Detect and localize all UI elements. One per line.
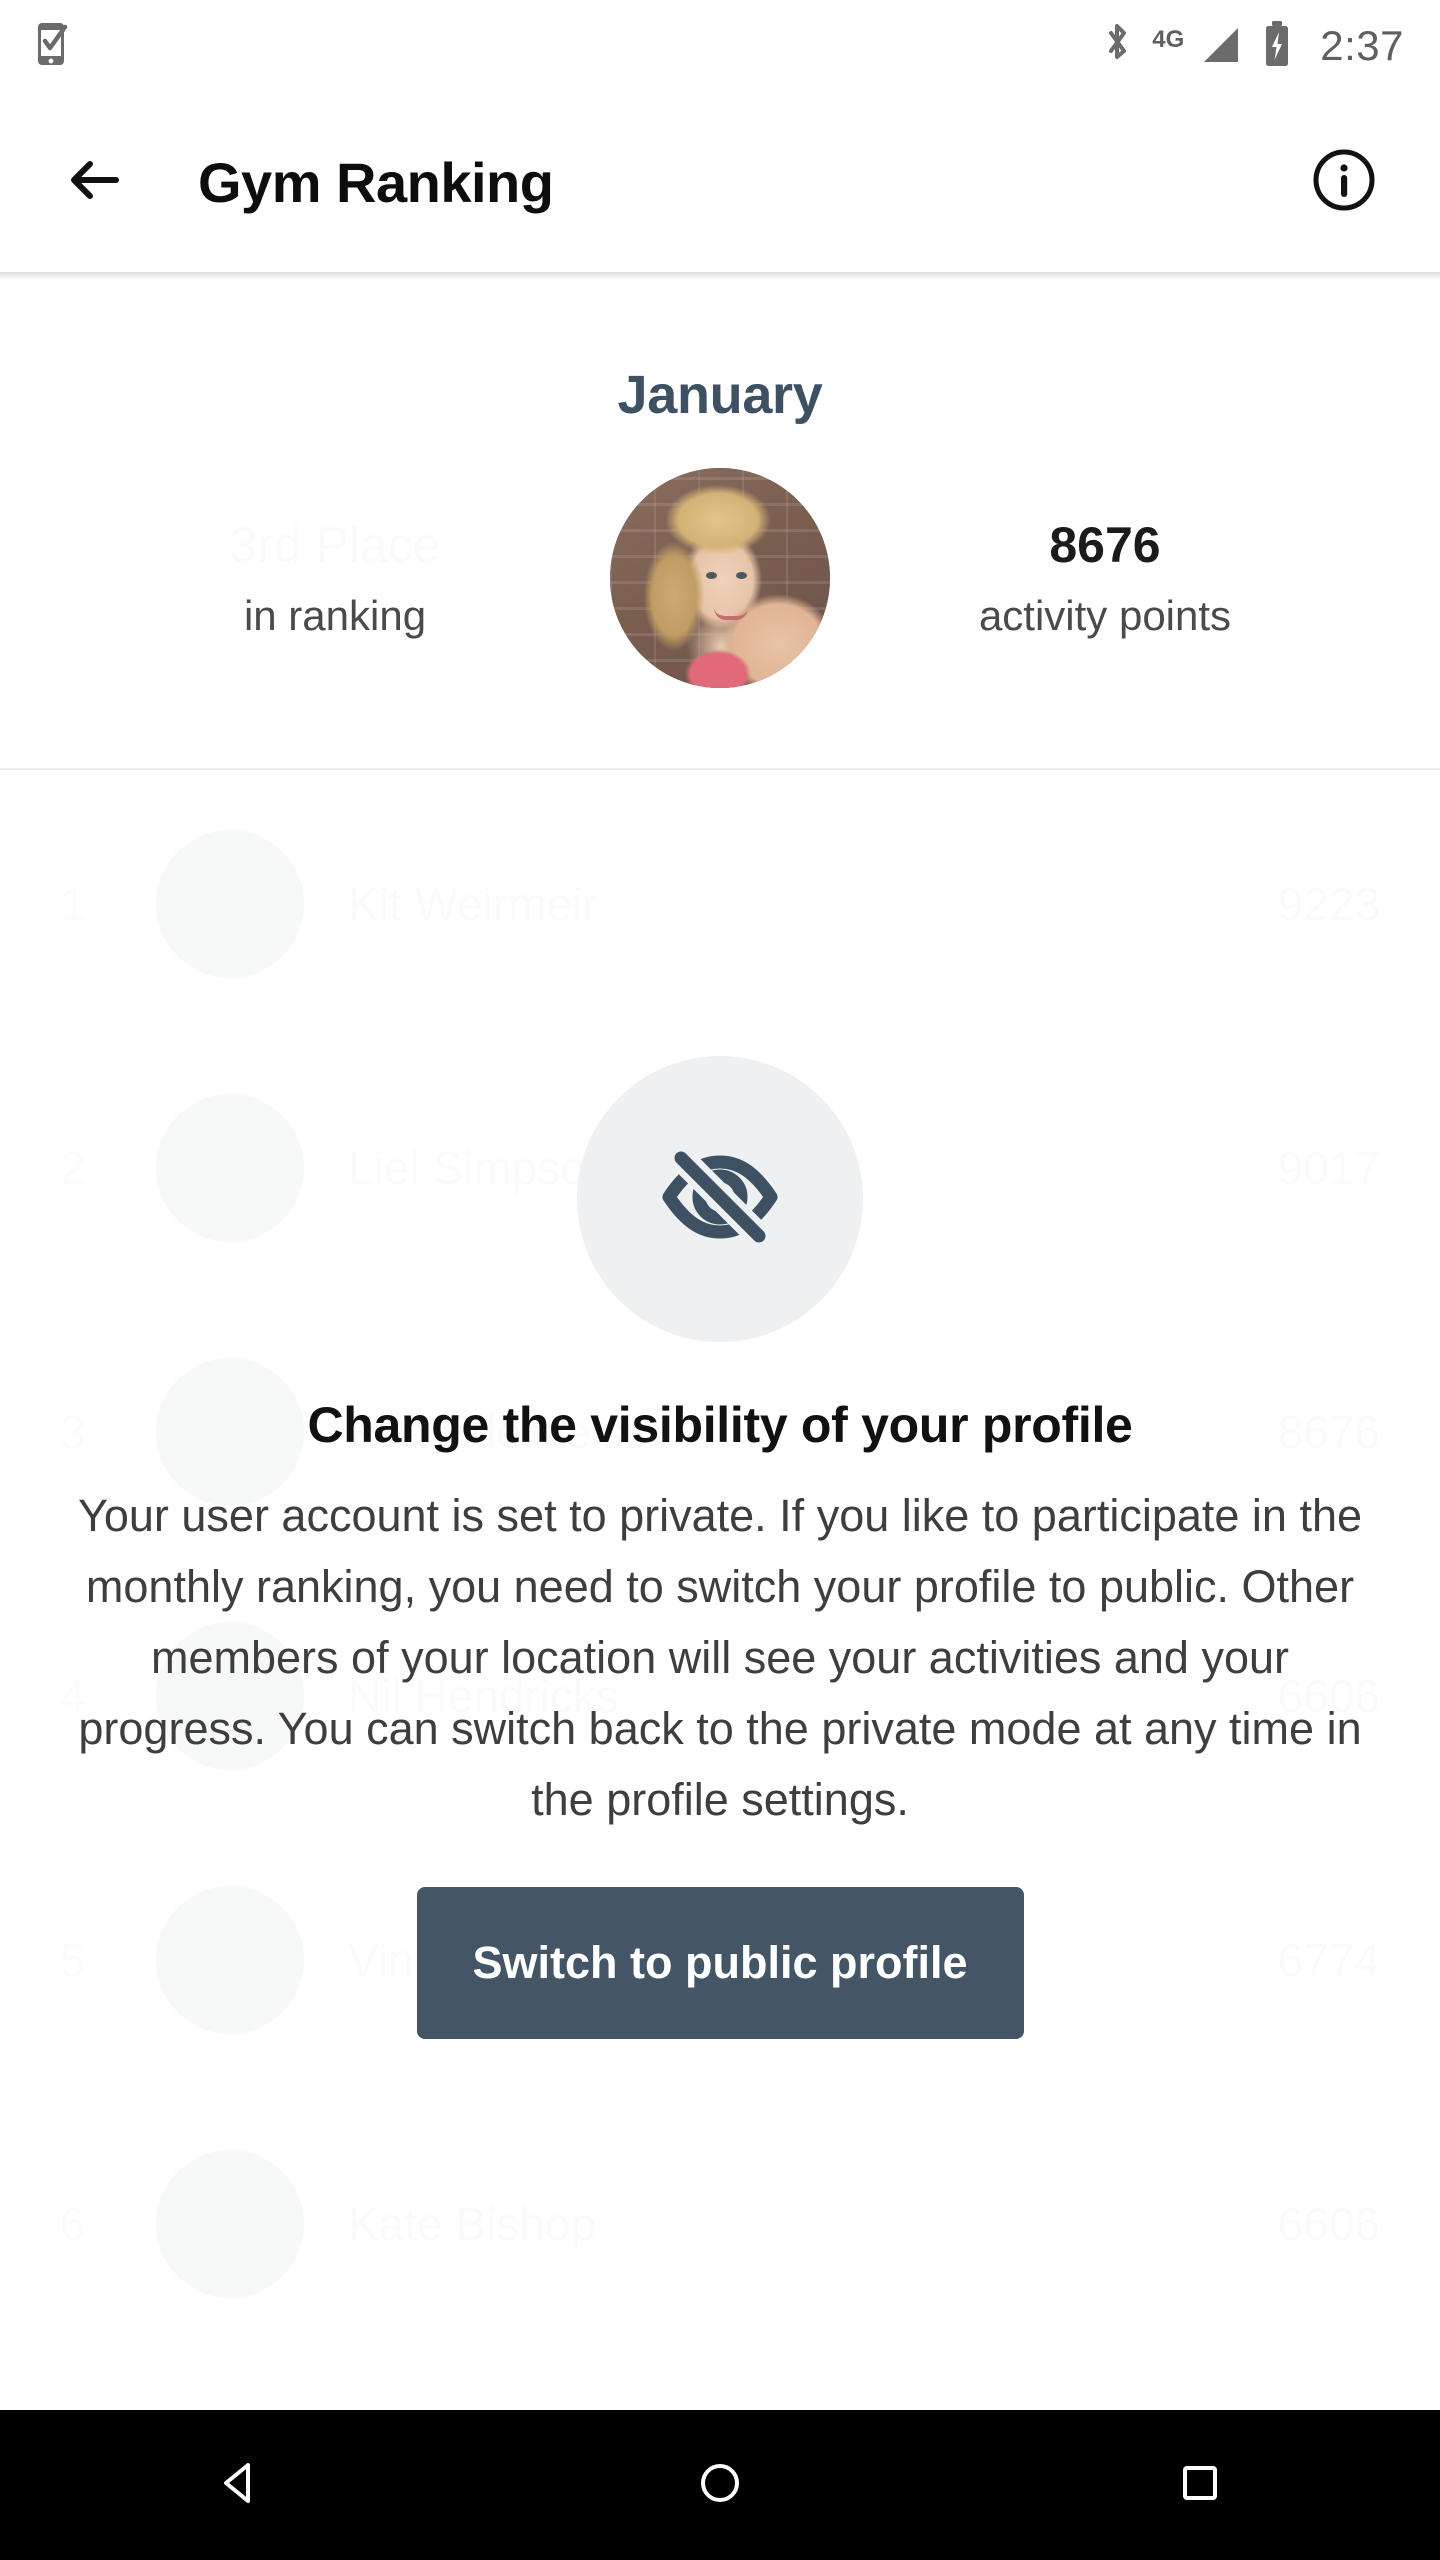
nav-recents-icon bbox=[1172, 2455, 1228, 2516]
info-circle-icon bbox=[1311, 147, 1377, 218]
row-avatar bbox=[156, 2150, 304, 2298]
row-rank: 5 bbox=[60, 1934, 86, 1986]
points-label: activity points bbox=[978, 592, 1232, 639]
avatar[interactable] bbox=[610, 468, 830, 688]
status-bar-clock: 2:37 bbox=[1320, 22, 1404, 69]
arrow-left-icon bbox=[64, 148, 128, 217]
overlay-body-text: Your user account is set to private. If … bbox=[77, 1490, 1363, 1825]
place-label: in ranking bbox=[243, 592, 427, 639]
battery-charging-icon bbox=[1262, 20, 1292, 73]
overlay-title: Change the visibility of your profile bbox=[307, 1397, 1133, 1453]
avatar-eyes bbox=[706, 572, 748, 580]
place-value: 3rd Place bbox=[229, 516, 441, 573]
phone-check-icon bbox=[36, 21, 70, 72]
row-avatar bbox=[156, 830, 304, 978]
nav-home-button[interactable] bbox=[645, 2410, 795, 2560]
row-rank: 6 bbox=[60, 2198, 86, 2250]
eye-off-icon bbox=[645, 1122, 795, 1277]
nav-home-icon bbox=[692, 2455, 748, 2516]
nav-back-button[interactable] bbox=[165, 2410, 315, 2560]
place-column: 3rd Place in ranking bbox=[60, 514, 610, 643]
status-bar: 4G 2:37 bbox=[0, 0, 1440, 92]
ranking-summary-header: January 3rd Place in ranking 8676 activi… bbox=[0, 280, 1440, 770]
app-bar: Gym Ranking bbox=[0, 92, 1440, 280]
row-points: 8676 bbox=[1277, 1406, 1380, 1458]
row-rank: 1 bbox=[60, 878, 86, 930]
back-button[interactable] bbox=[56, 142, 136, 222]
signal-bars-icon bbox=[1198, 22, 1242, 71]
row-points: 6606 bbox=[1277, 2198, 1380, 2250]
nav-recents-button[interactable] bbox=[1125, 2410, 1275, 2560]
eye-off-icon-container bbox=[577, 1056, 863, 1342]
month-label: January bbox=[617, 365, 823, 425]
row-points: 9017 bbox=[1277, 1142, 1380, 1194]
summary-row: 3rd Place in ranking 8676 activity point… bbox=[0, 468, 1440, 688]
bluetooth-icon bbox=[1102, 21, 1132, 72]
points-column: 8676 activity points bbox=[830, 514, 1380, 643]
page-title: Gym Ranking bbox=[198, 150, 554, 214]
switch-to-public-profile-button[interactable]: Switch to public profile bbox=[416, 1887, 1024, 2039]
android-navigation-bar bbox=[0, 2410, 1440, 2560]
row-points: 6774 bbox=[1277, 1934, 1380, 1986]
row-points: 9223 bbox=[1277, 878, 1380, 930]
table-row[interactable]: 1 Kit Weirmeir 9223 bbox=[0, 772, 1440, 1036]
row-name: Kit Weirmeir bbox=[348, 878, 598, 930]
status-bar-right: 4G 2:37 bbox=[1102, 20, 1404, 73]
row-rank: 2 bbox=[60, 1142, 86, 1194]
phone-screen: 4G 2:37 Gym Ranking January 3rd Place in… bbox=[0, 0, 1440, 2560]
network-4g-icon: 4G bbox=[1152, 25, 1185, 53]
points-value: 8676 bbox=[1049, 516, 1161, 573]
table-row[interactable]: 6 Kate Bishop 6606 bbox=[0, 2092, 1440, 2356]
status-bar-left bbox=[36, 21, 70, 72]
info-button[interactable] bbox=[1304, 142, 1384, 222]
row-name: Kate Bishop bbox=[348, 2198, 597, 2250]
row-rank: 3 bbox=[60, 1406, 86, 1458]
row-avatar bbox=[156, 1886, 304, 2034]
nav-back-icon bbox=[212, 2455, 268, 2516]
row-avatar bbox=[156, 1094, 304, 1242]
